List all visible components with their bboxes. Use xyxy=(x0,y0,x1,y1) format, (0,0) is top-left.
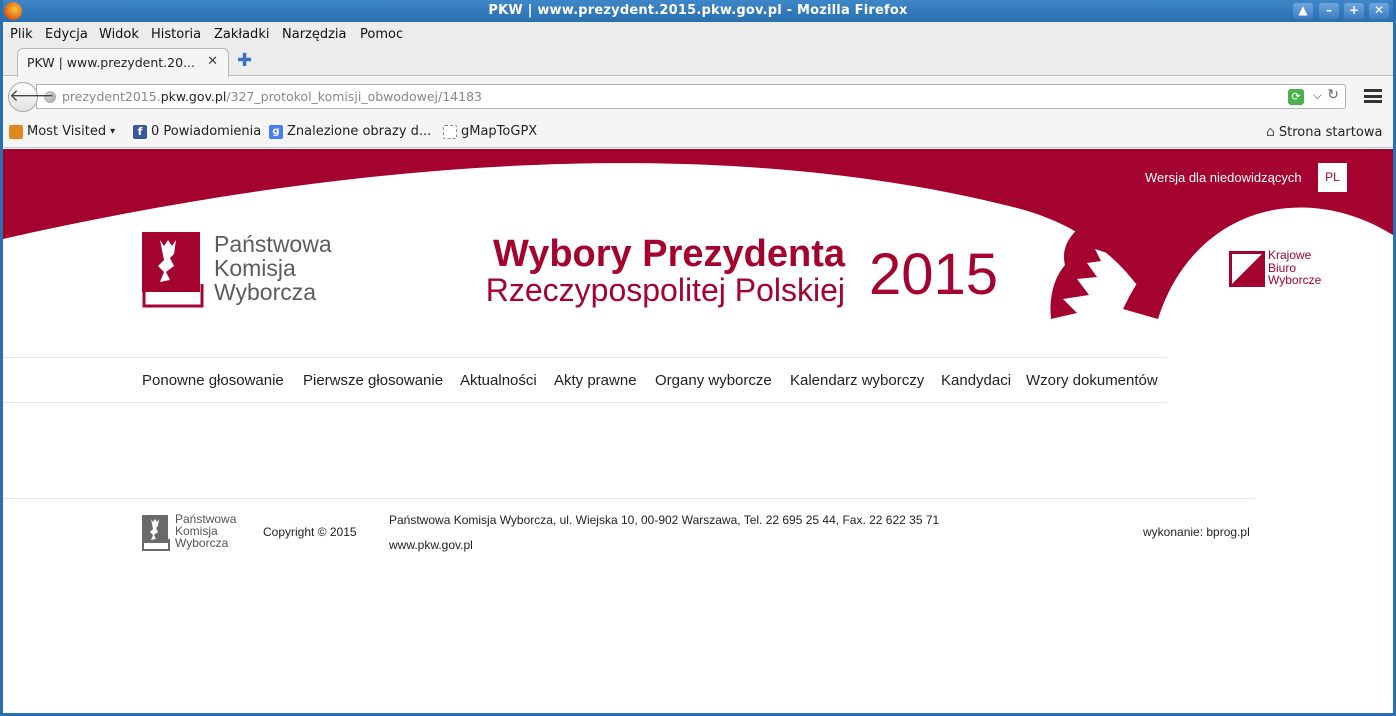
language-pl-button[interactable]: PL xyxy=(1318,163,1347,192)
bookmark-powiadomienia[interactable]: f 0 Powiadomienia xyxy=(133,124,261,139)
kbw-logo-line: Krajowe xyxy=(1268,248,1312,262)
pkw-logo-line: Komisja xyxy=(214,255,296,281)
banner-title: Wybory Prezydenta xyxy=(493,233,845,275)
nav-wzory-dokumentow[interactable]: Wzory dokumentów xyxy=(1026,372,1158,389)
accessibility-link[interactable]: Wersja dla niedowidzących xyxy=(1145,170,1302,185)
google-icon: g xyxy=(269,124,283,139)
url-domain: pkw.gov.pl xyxy=(160,89,227,104)
home-icon: ⌂ xyxy=(1266,124,1275,140)
url-history-dropdown-icon[interactable]: ⌵ xyxy=(1313,88,1322,103)
footer-address: Państwowa Komisja Wyborcza, ul. Wiejska … xyxy=(389,513,940,527)
url-path: /327_protokol_komisji_obwodowej/14183 xyxy=(226,89,482,104)
page-icon xyxy=(443,124,457,139)
bookmark-label: Most Visited xyxy=(27,124,107,139)
chevron-down-icon: ▾ xyxy=(110,126,116,137)
menu-bar: Plik Edycja Widok Historia Zakładki Narz… xyxy=(0,22,1396,46)
tab-close-icon[interactable]: ✕ xyxy=(207,54,218,69)
menu-pomoc[interactable]: Pomoc xyxy=(360,27,403,42)
bookmark-label: 0 Powiadomienia xyxy=(151,124,262,139)
footer-credits-link[interactable]: wykonanie: bprog.pl xyxy=(1143,525,1250,539)
kbw-logo-line: Wyborcze xyxy=(1268,273,1322,287)
back-arrow-icon: 🡐 xyxy=(9,86,55,106)
pkw-logo-icon[interactable] xyxy=(142,232,204,308)
window-title: PKW | www.prezydent.2015.pkw.gov.pl - Mo… xyxy=(488,3,908,18)
footer-logo-text: Państwowa Komisja Wyborcza xyxy=(175,513,236,549)
window-minimize-button[interactable]: – xyxy=(1319,3,1339,19)
menu-narzedzia[interactable]: Narzędzia xyxy=(282,27,347,42)
nav-organy-wyborcze[interactable]: Organy wyborcze xyxy=(655,372,772,389)
new-tab-icon[interactable]: ✚ xyxy=(237,50,252,71)
folder-icon xyxy=(9,124,23,139)
pkw-logo-line: Wyborcza xyxy=(214,279,317,305)
window-titlebar: PKW | www.prezydent.2015.pkw.gov.pl - Mo… xyxy=(0,0,1396,22)
menu-widok[interactable]: Widok xyxy=(99,27,139,42)
menu-historia[interactable]: Historia xyxy=(151,27,201,42)
main-navigation: Ponowne głosowanie Pierwsze głosowanie A… xyxy=(3,357,1166,403)
facebook-icon: f xyxy=(133,124,147,139)
tab-strip: PKW | www.prezydent.20... ✕ ✚ xyxy=(0,46,1396,77)
bookmark-home[interactable]: ⌂ Strona startowa xyxy=(1266,124,1382,140)
bookmark-gmaptogpx[interactable]: gMapToGPX xyxy=(443,124,537,139)
footer-logo-line: Wyborcza xyxy=(175,536,229,550)
footer-pkw-logo-icon[interactable] xyxy=(142,515,170,551)
bookmark-znalezione-obrazy[interactable]: g Znalezione obrazy d... xyxy=(269,124,431,139)
banner-subtitle: Rzeczypospolitej Polskiej xyxy=(485,272,845,308)
window-close-button[interactable]: ✕ xyxy=(1369,3,1389,19)
menu-hamburger-icon[interactable] xyxy=(1364,89,1382,103)
bookmark-label: Strona startowa xyxy=(1278,124,1383,140)
nav-aktualnosci[interactable]: Aktualności xyxy=(460,372,537,389)
window-maximize-button[interactable]: + xyxy=(1344,3,1364,19)
reload-icon[interactable]: ↻ xyxy=(1327,87,1339,103)
banner-year: 2015 xyxy=(869,242,999,307)
menu-edycja[interactable]: Edycja xyxy=(45,27,88,42)
bookmark-most-visited[interactable]: Most Visited ▾ xyxy=(9,124,115,139)
pkw-logo-line: Państwowa xyxy=(214,231,332,257)
nav-ponowne-glosowanie[interactable]: Ponowne głosowanie xyxy=(142,372,284,389)
footer-copyright: Copyright © 2015 xyxy=(263,525,357,539)
nav-pierwsze-glosowanie[interactable]: Pierwsze głosowanie xyxy=(303,372,443,389)
tab-title: PKW | www.prezydent.20... xyxy=(27,55,195,70)
menu-zakladki[interactable]: Zakładki xyxy=(214,27,269,42)
bookmarks-toolbar: Most Visited ▾ f 0 Powiadomienia g Znale… xyxy=(0,117,1396,148)
kbw-logo-icon[interactable] xyxy=(1229,251,1265,287)
kbw-logo-text[interactable]: Krajowe Biuro Wyborcze xyxy=(1268,249,1321,287)
navigation-bar: prezydent2015.pkw.gov.pl/327_protokol_ko… xyxy=(0,77,1396,117)
back-button[interactable]: 🡐 xyxy=(8,82,55,112)
menu-plik[interactable]: Plik xyxy=(10,27,33,42)
footer-website-link[interactable]: www.pkw.gov.pl xyxy=(389,538,473,552)
tab-pkw[interactable]: PKW | www.prezydent.20... ✕ xyxy=(17,48,229,77)
bookmark-label: gMapToGPX xyxy=(461,124,538,139)
url-prefix: prezydent2015. xyxy=(62,89,161,104)
pkw-logo-text[interactable]: Państwowa Komisja Wyborcza xyxy=(214,232,332,304)
nav-kandydaci[interactable]: Kandydaci xyxy=(941,372,1011,389)
addon-sync-icon[interactable]: ⟳ xyxy=(1288,89,1304,105)
url-bar[interactable]: prezydent2015.pkw.gov.pl/327_protokol_ko… xyxy=(36,84,1346,109)
nav-akty-prawne[interactable]: Akty prawne xyxy=(554,372,637,389)
bookmark-label: Znalezione obrazy d... xyxy=(287,124,432,139)
footer-divider xyxy=(3,498,1254,499)
web-page: Wersja dla niedowidzących PL Państwowa K… xyxy=(3,149,1393,713)
nav-kalendarz-wyborczy[interactable]: Kalendarz wyborczy xyxy=(790,372,924,389)
window-shade-button[interactable]: ▲ xyxy=(1293,3,1313,19)
url-text[interactable]: prezydent2015.pkw.gov.pl/327_protokol_ko… xyxy=(62,89,482,104)
